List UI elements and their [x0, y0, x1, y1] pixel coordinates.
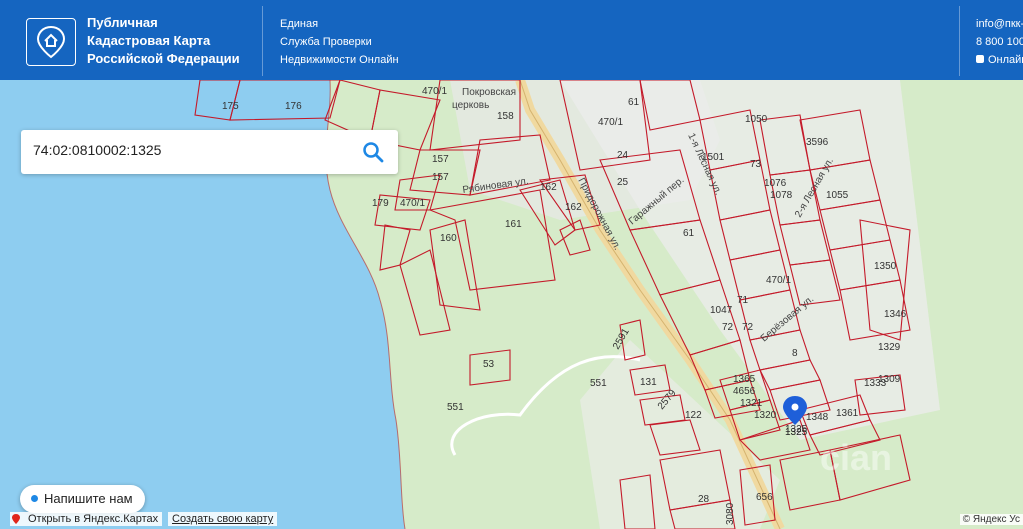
svg-text:470/1: 470/1 — [422, 86, 447, 97]
svg-text:72: 72 — [742, 322, 754, 333]
svg-text:73: 73 — [750, 159, 762, 170]
svg-text:церковь: церковь — [452, 100, 489, 111]
svg-text:61: 61 — [628, 97, 640, 108]
open-in-yandex-link[interactable]: Открыть в Яндекс.Картах — [10, 512, 163, 526]
write-us-button[interactable]: Напишите нам — [20, 485, 145, 513]
brand-title[interactable]: Публичная Кадастровая Карта Российской Ф… — [87, 14, 240, 68]
svg-text:157: 157 — [432, 154, 449, 165]
service-title: Единая Служба Проверки Недвижимости Онла… — [280, 18, 399, 66]
svg-text:175: 175 — [222, 101, 239, 112]
svg-text:4656: 4656 — [733, 386, 756, 397]
pin-label: 1325 — [785, 427, 808, 438]
contacts: info@пкк- 8 800 100 Онлайн — [976, 15, 1023, 69]
svg-text:551: 551 — [590, 378, 607, 389]
svg-text:157: 157 — [432, 172, 449, 183]
create-map-link[interactable]: Создать свою карту — [168, 512, 278, 526]
svg-text:8: 8 — [792, 348, 798, 359]
svg-text:24: 24 — [617, 150, 629, 161]
svg-text:470/1: 470/1 — [766, 275, 791, 286]
search-input[interactable] — [33, 142, 333, 158]
svg-text:656: 656 — [756, 492, 773, 503]
svg-text:1501: 1501 — [702, 152, 725, 163]
svg-text:1320: 1320 — [754, 410, 777, 421]
svg-text:1361: 1361 — [836, 408, 859, 419]
email-link[interactable]: info@пкк- — [976, 15, 1023, 33]
svg-text:551: 551 — [447, 402, 464, 413]
online-chat-link[interactable]: Онлайн — [976, 51, 1023, 69]
svg-text:1365: 1365 — [733, 374, 756, 385]
svg-text:1321: 1321 — [740, 398, 763, 409]
search-box — [21, 130, 398, 174]
map-pin-house-icon — [36, 25, 66, 59]
svg-text:1055: 1055 — [826, 190, 849, 201]
divider — [262, 6, 263, 76]
svg-text:3596: 3596 — [806, 137, 829, 148]
svg-text:122: 122 — [685, 410, 702, 421]
search-icon — [363, 142, 384, 163]
copyright[interactable]: © Яндекс Ус — [959, 514, 1023, 525]
svg-text:3080: 3080 — [725, 502, 736, 525]
svg-text:1078: 1078 — [770, 190, 793, 201]
svg-text:28: 28 — [698, 494, 710, 505]
svg-text:1076: 1076 — [764, 178, 787, 189]
svg-text:25: 25 — [617, 177, 629, 188]
svg-text:61: 61 — [683, 228, 695, 239]
svg-text:470/1: 470/1 — [598, 117, 623, 128]
svg-text:1309: 1309 — [878, 374, 901, 385]
svg-text:160: 160 — [440, 233, 457, 244]
svg-text:131: 131 — [640, 377, 657, 388]
phone-link[interactable]: 8 800 100 — [976, 33, 1023, 51]
watermark: cian — [820, 437, 892, 478]
divider — [959, 6, 960, 76]
online-dot-icon — [31, 495, 38, 502]
svg-text:162: 162 — [540, 182, 557, 193]
svg-text:1047: 1047 — [710, 305, 733, 316]
svg-text:1346: 1346 — [884, 309, 907, 320]
svg-text:53: 53 — [483, 359, 495, 370]
svg-text:162: 162 — [565, 202, 582, 213]
svg-text:176: 176 — [285, 101, 302, 112]
svg-text:470/1: 470/1 — [400, 198, 425, 209]
logo[interactable] — [26, 18, 76, 66]
svg-text:71: 71 — [737, 295, 749, 306]
svg-text:Покровская: Покровская — [462, 87, 516, 98]
svg-text:1050: 1050 — [745, 114, 768, 125]
yandex-pin-icon — [12, 514, 20, 524]
chat-icon — [976, 55, 984, 63]
svg-text:72: 72 — [722, 322, 734, 333]
svg-text:1350: 1350 — [874, 261, 897, 272]
svg-text:158: 158 — [497, 111, 514, 122]
yandex-bar: Открыть в Яндекс.Картах Создать свою кар… — [0, 510, 300, 529]
svg-text:161: 161 — [505, 219, 522, 230]
svg-text:1329: 1329 — [878, 342, 901, 353]
svg-text:179: 179 — [372, 198, 389, 209]
svg-text:1348: 1348 — [806, 412, 829, 423]
site-header: Публичная Кадастровая Карта Российской Ф… — [0, 0, 1023, 80]
search-button[interactable] — [362, 141, 384, 163]
